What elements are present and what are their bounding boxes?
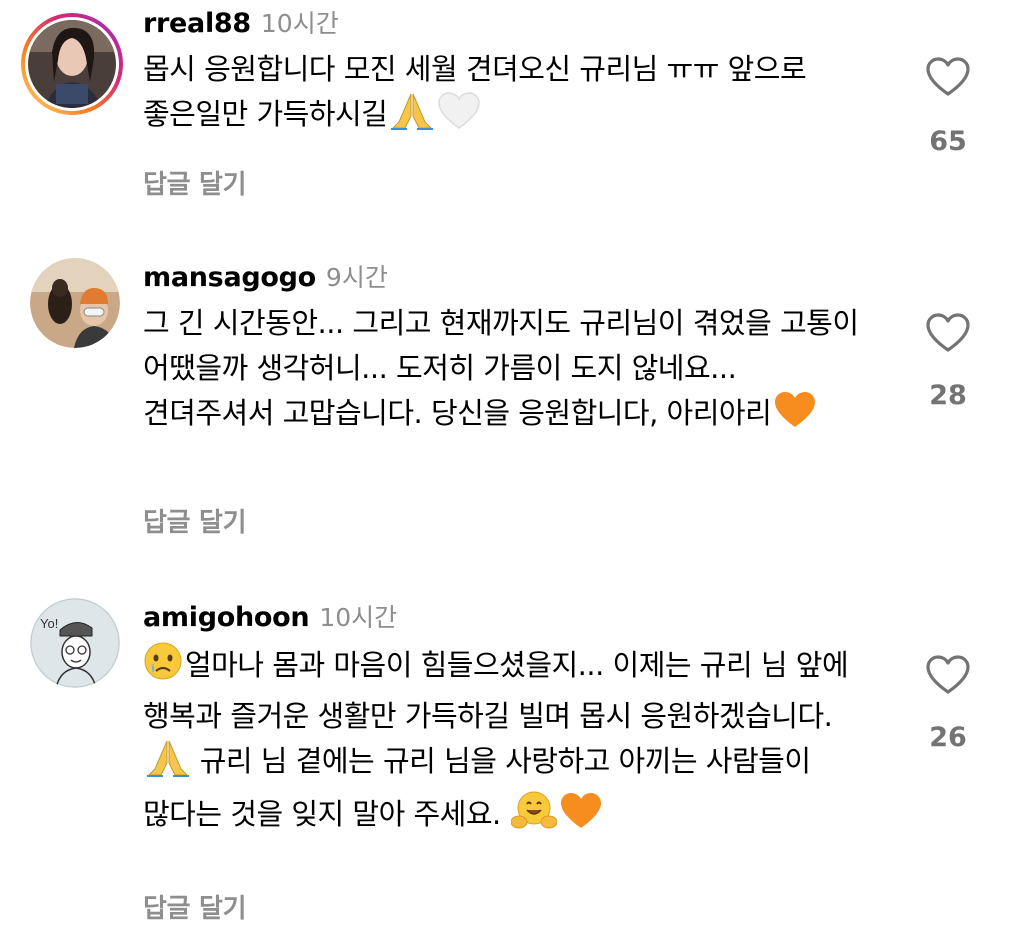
comment-text-content: 얼마나 몸과 마음이 힘들으셨을지... 이제는 규리 님 앞에 행복과 즐거운… [143,648,849,733]
like-count: 28 [929,380,967,411]
heart-icon [926,57,970,96]
comment-header: amigohoon 10시간 [143,598,873,638]
username[interactable]: rreal88 [143,8,251,39]
crying-face-icon [143,641,183,694]
like-button[interactable] [918,56,978,102]
avatar[interactable]: Yo! [30,598,120,688]
comment-content: amigohoon 10시간 얼마나 몸과 마음이 힘들으셨을지... 이제는 규… [143,598,873,924]
white-heart-icon [437,92,481,143]
avatar-image [21,13,123,115]
like-button[interactable] [918,654,978,700]
hugging-face-icon [510,790,558,843]
avatar[interactable] [20,12,124,116]
comment-content: mansagogo 9시간 그 긴 시간동안... 그리고 현재까지도 규리님이 … [143,258,873,538]
orange-heart-icon [559,792,603,843]
username[interactable]: mansagogo [143,262,316,293]
comment-header: rreal88 10시간 [143,4,873,44]
comment-text: 몹시 응원합니다 모진 세월 견뎌오신 규리님 ㅠㅠ 앞으로 좋은일만 가득하시… [143,47,873,143]
like-button[interactable] [918,312,978,358]
avatar-image: Yo! [30,598,120,688]
avatar-image [30,258,120,348]
heart-icon [926,313,970,352]
comment-content: rreal88 10시간 몹시 응원합니다 모진 세월 견뎌오신 규리님 ㅠㅠ 앞… [143,4,873,200]
avatar[interactable] [30,258,120,348]
comment-header: mansagogo 9시간 [143,258,873,298]
timestamp: 10시간 [260,9,339,38]
reply-button[interactable]: 답글 달기 [143,164,247,201]
reply-button[interactable]: 답글 달기 [143,502,247,539]
heart-icon [926,655,970,694]
comment-text-content: 그 긴 시간동안... 그리고 현재까지도 규리님이 겪었을 고통이 어땠을까 … [143,306,859,430]
timestamp: 10시간 [319,603,398,632]
comment-text: 얼마나 몸과 마음이 힘들으셨을지... 이제는 규리 님 앞에 행복과 즐거운… [143,641,873,843]
folded-hands-icon [389,92,435,143]
timestamp: 9시간 [325,263,388,292]
comment-text: 그 긴 시간동안... 그리고 현재까지도 규리님이 겪었을 고통이 어땠을까 … [143,301,873,442]
comment-text-content: 규리 님 곁에는 규리 님을 사랑하고 아끼는 사람들이 많다는 것을 잊지 말… [143,744,811,831]
orange-heart-icon [773,391,817,442]
reply-button[interactable]: 답글 달기 [143,888,247,925]
folded-hands-icon [145,739,191,790]
username[interactable]: amigohoon [143,602,310,633]
like-count: 26 [929,722,967,753]
svg-text:Yo!: Yo! [40,616,58,631]
like-count: 65 [929,126,967,157]
